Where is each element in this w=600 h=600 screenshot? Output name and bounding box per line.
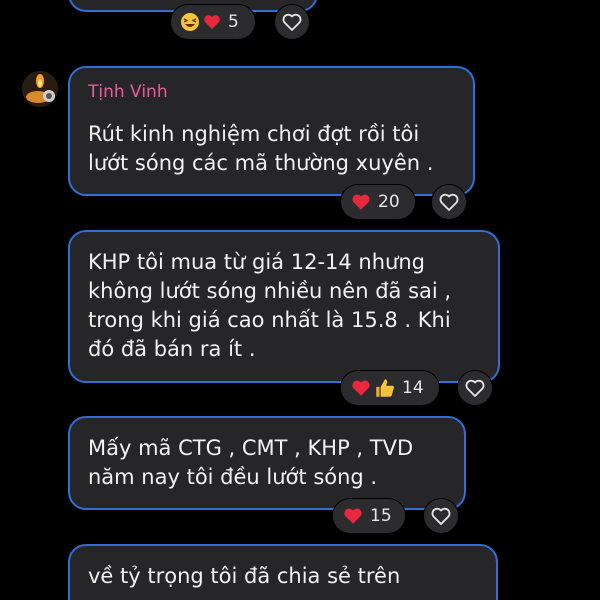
reaction-pill[interactable]: 20 (340, 184, 416, 220)
reaction-count: 14 (402, 378, 424, 398)
sender-name[interactable]: Tịnh Vinh (88, 82, 168, 102)
reaction-count: 5 (228, 12, 239, 32)
laughing-emoji-icon (181, 13, 199, 31)
red-heart-icon (352, 194, 370, 210)
candle-avatar-icon (22, 71, 58, 107)
react-heart-button[interactable] (423, 498, 459, 534)
react-heart-button[interactable] (274, 4, 310, 40)
reaction-pill[interactable]: 14 (340, 370, 440, 406)
message-text: KHP tôi mua từ giá 12-14 nhưng không lướ… (88, 250, 452, 361)
chat-screen: 5 Tịnh Vinh Rút kinh nghiệm chơi đợt rồi… (0, 0, 600, 600)
heart-outline-icon (282, 13, 302, 31)
react-heart-button[interactable] (457, 370, 493, 406)
thumbs-up-icon (376, 379, 394, 397)
reaction-pill[interactable]: 5 (170, 4, 256, 40)
heart-outline-icon (431, 507, 451, 525)
message-text: về tỷ trọng tôi đã chia sẻ trên (88, 564, 401, 588)
avatar[interactable] (22, 71, 58, 107)
red-heart-icon (352, 380, 370, 396)
message-text: Mấy mã CTG , CMT , KHP , TVD năm nay tôi… (88, 436, 414, 489)
reaction-count: 15 (370, 506, 392, 526)
react-heart-button[interactable] (431, 184, 467, 220)
heart-outline-icon (439, 193, 459, 211)
reaction-pill[interactable]: 15 (332, 498, 406, 534)
reaction-count: 20 (378, 192, 400, 212)
red-heart-icon (344, 508, 362, 524)
heart-outline-icon (465, 379, 485, 397)
message-text: Rút kinh nghiệm chơi đợt rồi tôi lướt só… (88, 122, 434, 175)
red-heart-icon (204, 15, 220, 29)
